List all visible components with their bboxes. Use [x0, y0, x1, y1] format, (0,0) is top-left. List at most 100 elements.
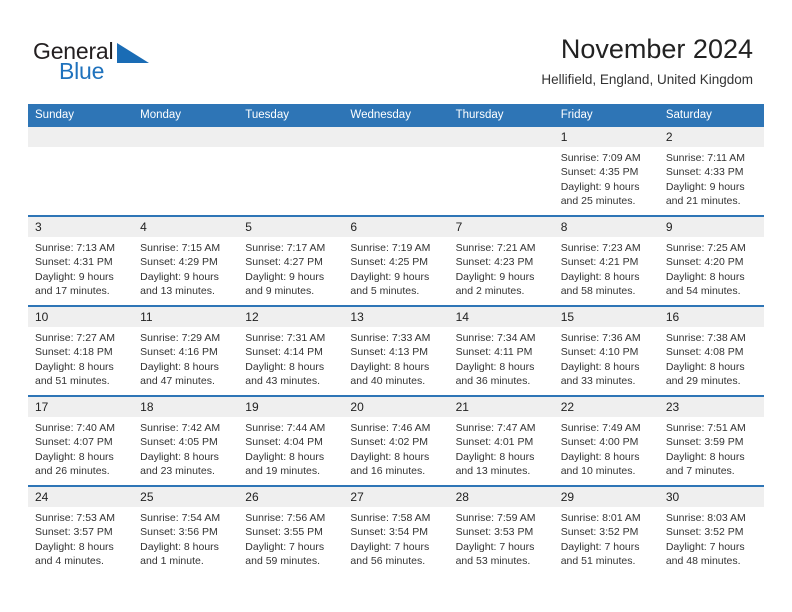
sunrise-text: Sunrise: 7:38 AM [665, 332, 746, 344]
calendar-day-cell[interactable]: 16 Sunrise: 7:38 AM Sunset: 4:08 PM Dayligh… [658, 305, 764, 396]
daylight-text: Daylight: 7 hours and 53 minutes. [455, 540, 535, 568]
sunset-text: Sunset: 4:10 PM [560, 346, 639, 359]
day-details: Sunrise: 7:36 AM Sunset: 4:10 PM Daylight:… [554, 327, 659, 389]
sunset-text: Sunset: 3:56 PM [140, 526, 218, 539]
sunset-text: Sunset: 4:02 PM [350, 436, 429, 449]
calendar-table: Sunday Monday Tuesday Wednesday Thursday… [28, 104, 764, 575]
daylight-text: Daylight: 8 hours and 23 minutes. [140, 450, 219, 478]
calendar-day-cell[interactable]: 3 Sunrise: 7:13 AM Sunset: 4:31 PM Daylight… [28, 215, 134, 306]
day-number: 14 [448, 307, 554, 327]
day-details: Sunrise: 7:34 AM Sunset: 4:11 PM Daylight:… [449, 327, 554, 389]
daylight-text: Daylight: 7 hours and 51 minutes. [560, 540, 640, 568]
calendar-day-cell[interactable]: 5 Sunrise: 7:17 AM Sunset: 4:27 PM Daylight… [238, 215, 344, 306]
calendar-day-cell[interactable]: 6 Sunrise: 7:19 AM Sunset: 4:25 PM Daylight… [343, 215, 449, 306]
calendar-day-cell[interactable]: 22 Sunrise: 7:49 AM Sunset: 4:00 PM Dayligh… [553, 395, 659, 486]
calendar-day-cell-empty [343, 127, 449, 216]
calendar-day-cell[interactable]: 4 Sunrise: 7:15 AM Sunset: 4:29 PM Daylight… [133, 215, 239, 306]
day-number: 8 [553, 217, 659, 237]
calendar-day-cell[interactable]: 17 Sunrise: 7:40 AM Sunset: 4:07 PM Dayligh… [28, 395, 134, 486]
sunrise-text: Sunrise: 7:53 AM [35, 512, 115, 524]
sunrise-text: Sunrise: 7:46 AM [350, 422, 431, 434]
day-details: Sunrise: 7:51 AM Sunset: 3:59 PM Daylight:… [659, 417, 764, 479]
daylight-text: Daylight: 9 hours and 25 minutes. [560, 180, 640, 208]
sunrise-text: Sunrise: 7:11 AM [665, 152, 746, 164]
calendar-day-cell[interactable]: 8 Sunrise: 7:23 AM Sunset: 4:21 PM Daylight… [553, 215, 659, 306]
calendar-week-row: 24 Sunrise: 7:53 AM Sunset: 3:57 PM Dayligh… [28, 485, 764, 575]
calendar-day-cell[interactable]: 29 Sunrise: 8:01 AM Sunset: 3:52 PM Dayligh… [553, 485, 659, 575]
weekday-header-friday: Friday [553, 104, 659, 127]
calendar-day-cell[interactable]: 24 Sunrise: 7:53 AM Sunset: 3:57 PM Dayligh… [28, 485, 134, 575]
sunrise-text: Sunrise: 7:54 AM [140, 512, 221, 524]
weekday-header-wednesday: Wednesday [343, 104, 449, 127]
calendar-day-cell[interactable]: 10 Sunrise: 7:27 AM Sunset: 4:18 PM Dayligh… [28, 305, 134, 396]
calendar-week-row: 1 Sunrise: 7:09 AM Sunset: 4:35 PM Daylight… [28, 127, 764, 216]
calendar-day-cell[interactable]: 13 Sunrise: 7:33 AM Sunset: 4:13 PM Dayligh… [343, 305, 449, 396]
sunset-text: Sunset: 4:21 PM [560, 256, 639, 269]
day-details: Sunrise: 7:46 AM Sunset: 4:02 PM Daylight:… [343, 417, 448, 479]
day-number: 3 [28, 217, 134, 237]
sunrise-text: Sunrise: 7:40 AM [35, 422, 115, 434]
calendar-day-cell-empty [238, 127, 344, 216]
calendar-day-cell[interactable]: 28 Sunrise: 7:59 AM Sunset: 3:53 PM Dayligh… [448, 485, 554, 575]
day-details [343, 147, 448, 151]
daylight-text: Daylight: 8 hours and 51 minutes. [35, 360, 114, 388]
calendar-day-cell[interactable]: 7 Sunrise: 7:21 AM Sunset: 4:23 PM Daylight… [448, 215, 554, 306]
day-number: 22 [553, 397, 659, 417]
calendar-day-cell[interactable]: 18 Sunrise: 7:42 AM Sunset: 4:05 PM Dayligh… [133, 395, 239, 486]
calendar-day-cell[interactable]: 11 Sunrise: 7:29 AM Sunset: 4:16 PM Dayligh… [133, 305, 239, 396]
sunrise-text: Sunrise: 8:03 AM [665, 512, 746, 524]
daylight-text: Daylight: 7 hours and 56 minutes. [350, 540, 430, 568]
sunrise-text: Sunrise: 7:56 AM [245, 512, 326, 524]
daylight-text: Daylight: 8 hours and 47 minutes. [140, 360, 219, 388]
day-number [343, 127, 449, 147]
day-number: 1 [553, 127, 659, 147]
calendar-day-cell[interactable]: 23 Sunrise: 7:51 AM Sunset: 3:59 PM Dayligh… [658, 395, 764, 486]
sunrise-text: Sunrise: 7:17 AM [245, 242, 326, 254]
sunset-text: Sunset: 4:27 PM [245, 256, 323, 269]
calendar-week-row: 3 Sunrise: 7:13 AM Sunset: 4:31 PM Daylight… [28, 215, 764, 306]
day-number: 23 [658, 397, 764, 417]
calendar-day-cell[interactable]: 2 Sunrise: 7:11 AM Sunset: 4:33 PM Daylight… [658, 127, 764, 216]
sunset-text: Sunset: 4:18 PM [35, 346, 113, 359]
day-details: Sunrise: 7:53 AM Sunset: 3:57 PM Daylight:… [28, 507, 133, 569]
day-number [28, 127, 134, 147]
day-details: Sunrise: 7:13 AM Sunset: 4:31 PM Daylight:… [28, 237, 133, 299]
day-details: Sunrise: 7:54 AM Sunset: 3:56 PM Daylight:… [133, 507, 238, 569]
calendar-day-cell[interactable]: 27 Sunrise: 7:58 AM Sunset: 3:54 PM Dayligh… [343, 485, 449, 575]
calendar-day-cell[interactable]: 19 Sunrise: 7:44 AM Sunset: 4:04 PM Dayligh… [238, 395, 344, 486]
day-number: 25 [133, 487, 239, 507]
sunset-text: Sunset: 4:20 PM [665, 256, 744, 269]
sunset-text: Sunset: 4:14 PM [245, 346, 323, 359]
sunrise-text: Sunrise: 7:58 AM [350, 512, 431, 524]
day-details: Sunrise: 7:49 AM Sunset: 4:00 PM Daylight:… [554, 417, 659, 479]
daylight-text: Daylight: 8 hours and 1 minute. [140, 540, 219, 568]
calendar-day-cell-empty [28, 127, 134, 216]
day-details: Sunrise: 7:17 AM Sunset: 4:27 PM Daylight:… [238, 237, 343, 299]
day-number: 20 [343, 397, 449, 417]
calendar-day-cell[interactable]: 30 Sunrise: 8:03 AM Sunset: 3:52 PM Dayligh… [658, 485, 764, 575]
sunset-text: Sunset: 3:55 PM [245, 526, 323, 539]
calendar-day-cell[interactable]: 1 Sunrise: 7:09 AM Sunset: 4:35 PM Daylight… [553, 127, 659, 216]
day-number: 18 [133, 397, 239, 417]
day-details [133, 147, 238, 151]
day-details: Sunrise: 7:09 AM Sunset: 4:35 PM Daylight:… [554, 147, 659, 209]
daylight-text: Daylight: 8 hours and 54 minutes. [665, 270, 745, 298]
day-number: 16 [658, 307, 764, 327]
sunrise-text: Sunrise: 7:09 AM [560, 152, 641, 164]
day-number: 21 [448, 397, 554, 417]
calendar-day-cell[interactable]: 21 Sunrise: 7:47 AM Sunset: 4:01 PM Dayligh… [448, 395, 554, 486]
calendar-day-cell[interactable]: 26 Sunrise: 7:56 AM Sunset: 3:55 PM Dayligh… [238, 485, 344, 575]
sunset-text: Sunset: 4:33 PM [665, 166, 744, 179]
calendar-day-cell[interactable]: 25 Sunrise: 7:54 AM Sunset: 3:56 PM Dayligh… [133, 485, 239, 575]
weekday-header-row: Sunday Monday Tuesday Wednesday Thursday… [28, 104, 764, 127]
calendar-day-cell[interactable]: 20 Sunrise: 7:46 AM Sunset: 4:02 PM Dayligh… [343, 395, 449, 486]
day-details: Sunrise: 7:15 AM Sunset: 4:29 PM Daylight:… [133, 237, 238, 299]
calendar-day-cell[interactable]: 14 Sunrise: 7:34 AM Sunset: 4:11 PM Dayligh… [448, 305, 554, 396]
calendar-day-cell[interactable]: 15 Sunrise: 7:36 AM Sunset: 4:10 PM Dayligh… [553, 305, 659, 396]
calendar-day-cell[interactable]: 12 Sunrise: 7:31 AM Sunset: 4:14 PM Dayligh… [238, 305, 344, 396]
calendar-day-cell[interactable]: 9 Sunrise: 7:25 AM Sunset: 4:20 PM Daylight… [658, 215, 764, 306]
sunset-text: Sunset: 3:52 PM [665, 526, 744, 539]
daylight-text: Daylight: 8 hours and 4 minutes. [35, 540, 114, 568]
weekday-header-monday: Monday [133, 104, 239, 127]
sunrise-text: Sunrise: 7:19 AM [350, 242, 431, 254]
